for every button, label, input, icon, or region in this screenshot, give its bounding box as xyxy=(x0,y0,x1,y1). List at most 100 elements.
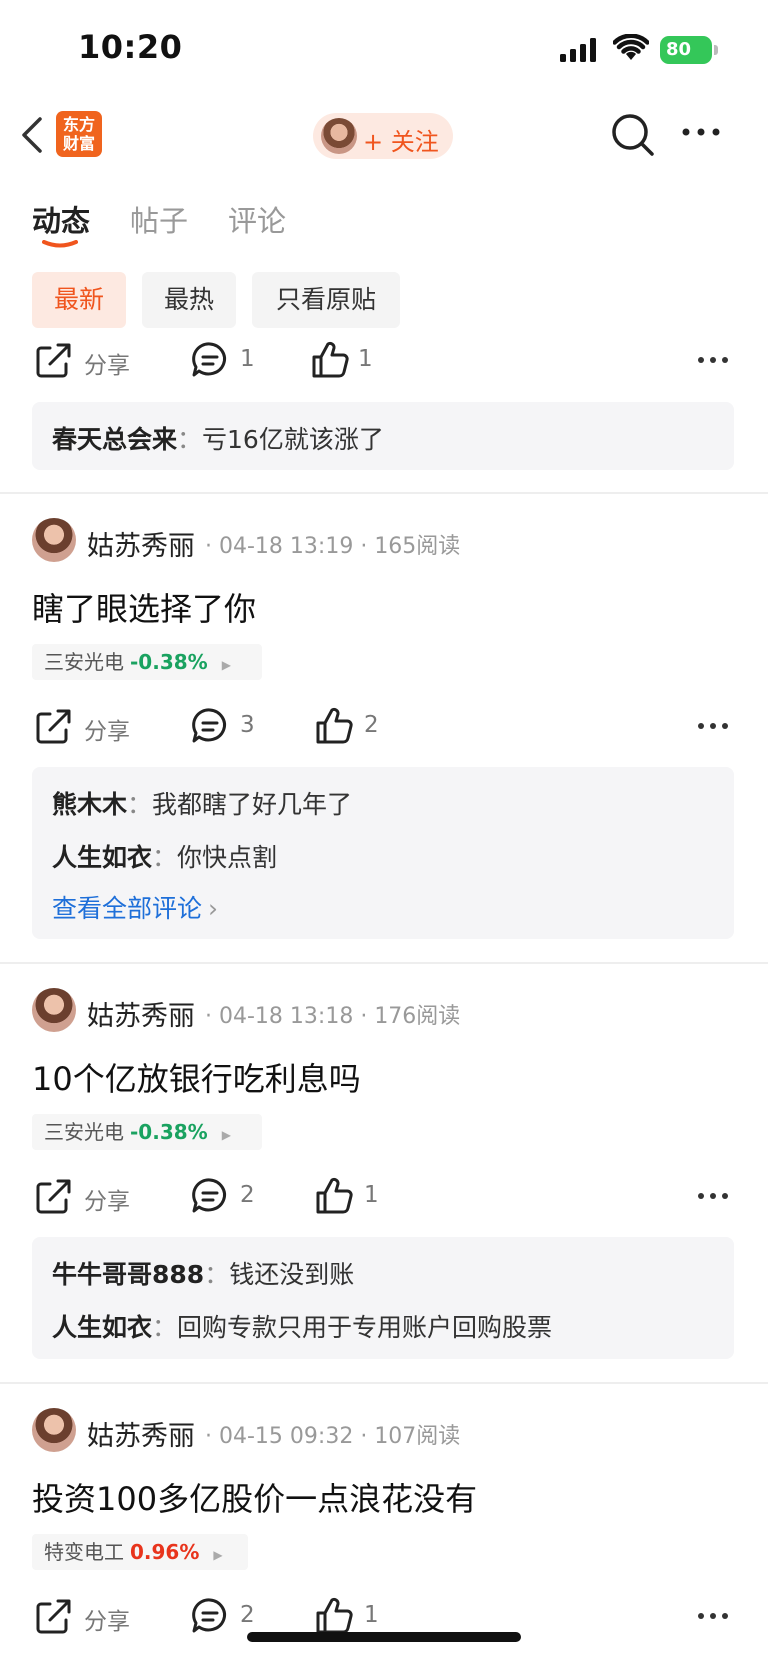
comment-text: 钱还没到账 xyxy=(229,1260,355,1289)
comment-count: 3 xyxy=(240,712,255,738)
tab-comments[interactable]: 评论 xyxy=(228,198,286,240)
post-username[interactable]: 姑苏秀丽 xyxy=(87,994,195,1033)
like-icon[interactable] xyxy=(314,1176,354,1216)
filter-hot[interactable]: 最热 xyxy=(142,272,236,328)
comment-icon[interactable] xyxy=(190,1176,230,1216)
like-icon[interactable] xyxy=(314,706,354,746)
share-label[interactable]: 分享 xyxy=(84,712,130,746)
wifi-icon xyxy=(613,34,649,60)
view-all-label: 查看全部评论 xyxy=(52,894,203,923)
active-tab-indicator xyxy=(42,240,78,248)
post-reads: 176阅读 xyxy=(374,1004,461,1029)
app-logo[interactable]: 东方 财富 xyxy=(56,111,102,157)
share-label[interactable]: 分享 xyxy=(84,346,130,380)
comment-preview[interactable]: 熊木木：我都瞎了好几年了 人生如衣：你快点割 查看全部评论 › xyxy=(32,767,734,939)
battery-level: 80 xyxy=(666,39,692,60)
like-icon[interactable] xyxy=(314,1596,354,1636)
search-icon[interactable] xyxy=(610,112,656,158)
post-username[interactable]: 姑苏秀丽 xyxy=(87,1414,195,1453)
avatar[interactable] xyxy=(32,988,76,1032)
share-icon[interactable] xyxy=(34,706,74,746)
comment-user[interactable]: 春天总会来 xyxy=(52,425,177,454)
comment-text: 我都瞎了好几年了 xyxy=(152,790,353,819)
battery-cap xyxy=(714,45,718,55)
author-avatar xyxy=(321,118,357,154)
follow-button[interactable]: + 关注 xyxy=(313,113,453,159)
logo-line1: 东方 xyxy=(62,115,95,134)
stock-tag[interactable]: 三安光电 -0.38% ▶ xyxy=(32,1114,262,1150)
comment-icon[interactable] xyxy=(190,340,230,380)
more-icon[interactable] xyxy=(697,1192,729,1200)
stock-tag[interactable]: 特变电工 0.96% ▶ xyxy=(32,1534,248,1570)
comment-user[interactable]: 熊木木 xyxy=(52,790,127,819)
post-time: 04-18 13:19 xyxy=(219,534,354,559)
more-icon[interactable] xyxy=(682,128,720,136)
post-time: 04-15 09:32 xyxy=(219,1424,354,1449)
stock-tag[interactable]: 三安光电 -0.38% ▶ xyxy=(32,644,262,680)
stock-change: -0.38% xyxy=(130,1120,208,1144)
like-icon[interactable] xyxy=(310,340,350,380)
comment-count: 1 xyxy=(240,346,255,372)
tab-dynamic[interactable]: 动态 xyxy=(32,198,90,240)
filter-original-only[interactable]: 只看原贴 xyxy=(252,272,400,328)
comment-text: 回购专款只用于专用账户回购股票 xyxy=(177,1313,553,1342)
follow-label: + 关注 xyxy=(363,128,439,156)
divider xyxy=(0,962,768,964)
back-icon[interactable] xyxy=(18,115,48,155)
share-icon[interactable] xyxy=(34,1176,74,1216)
more-icon[interactable] xyxy=(697,1612,729,1620)
post-title[interactable]: 瞎了眼选择了你 xyxy=(32,584,256,630)
stock-change: 0.96% xyxy=(130,1540,200,1564)
status-time: 10:20 xyxy=(78,28,183,66)
divider xyxy=(0,492,768,494)
post-meta: · 04-18 13:18 · 176阅读 xyxy=(205,1004,461,1029)
avatar[interactable] xyxy=(32,518,76,562)
comment-count: 2 xyxy=(240,1602,255,1628)
share-label[interactable]: 分享 xyxy=(84,1182,130,1216)
share-icon[interactable] xyxy=(34,340,74,380)
like-count: 1 xyxy=(364,1602,379,1628)
filter-latest[interactable]: 最新 xyxy=(32,272,126,328)
comment-line: 人生如衣：回购专款只用于专用账户回购股票 xyxy=(52,1313,553,1342)
post-time: 04-18 13:18 xyxy=(219,1004,354,1029)
post-reads: 107阅读 xyxy=(374,1424,461,1449)
comment-icon[interactable] xyxy=(190,1596,230,1636)
chevron-right-icon: ▶ xyxy=(213,1548,223,1562)
like-count: 2 xyxy=(364,712,379,738)
comment-line: 熊木木：我都瞎了好几年了 xyxy=(52,790,353,819)
comment-user[interactable]: 人生如衣 xyxy=(52,843,152,872)
share-icon[interactable] xyxy=(34,1596,74,1636)
chevron-right-icon: › xyxy=(208,894,219,923)
comment-count: 2 xyxy=(240,1182,255,1208)
like-count: 1 xyxy=(358,346,373,372)
comment-text: 亏16亿就该涨了 xyxy=(202,425,384,454)
avatar[interactable] xyxy=(32,1408,76,1452)
post-title[interactable]: 10个亿放银行吃利息吗 xyxy=(32,1054,361,1100)
more-icon[interactable] xyxy=(697,722,729,730)
chevron-right-icon: ▶ xyxy=(221,658,231,672)
home-indicator[interactable] xyxy=(247,1632,521,1642)
view-all-comments-link[interactable]: 查看全部评论 › xyxy=(52,889,218,925)
post-username[interactable]: 姑苏秀丽 xyxy=(87,524,195,563)
comment-line: 人生如衣：你快点割 xyxy=(52,843,278,872)
more-icon[interactable] xyxy=(697,356,729,364)
post-meta: · 04-18 13:19 · 165阅读 xyxy=(205,534,461,559)
comment-line: 牛牛哥哥888：钱还没到账 xyxy=(52,1260,355,1289)
comment-line: 春天总会来：亏16亿就该涨了 xyxy=(52,425,384,454)
post-title[interactable]: 投资100多亿股价一点浪花没有 xyxy=(32,1474,477,1520)
divider xyxy=(0,1382,768,1384)
tab-posts[interactable]: 帖子 xyxy=(130,198,188,240)
battery-indicator: 80 xyxy=(660,36,712,64)
comment-preview[interactable]: 牛牛哥哥888：钱还没到账 人生如衣：回购专款只用于专用账户回购股票 xyxy=(32,1237,734,1359)
stock-name: 三安光电 xyxy=(44,1120,124,1144)
comment-user[interactable]: 人生如衣 xyxy=(52,1313,152,1342)
share-label[interactable]: 分享 xyxy=(84,1602,130,1636)
comment-preview[interactable]: 春天总会来：亏16亿就该涨了 xyxy=(32,402,734,470)
post-reads: 165阅读 xyxy=(374,534,461,559)
comment-user[interactable]: 牛牛哥哥888 xyxy=(52,1260,204,1289)
post-meta: · 04-15 09:32 · 107阅读 xyxy=(205,1424,461,1449)
comment-text: 你快点割 xyxy=(177,843,278,872)
cellular-signal-icon xyxy=(560,38,596,62)
comment-icon[interactable] xyxy=(190,706,230,746)
stock-name: 三安光电 xyxy=(44,650,124,674)
